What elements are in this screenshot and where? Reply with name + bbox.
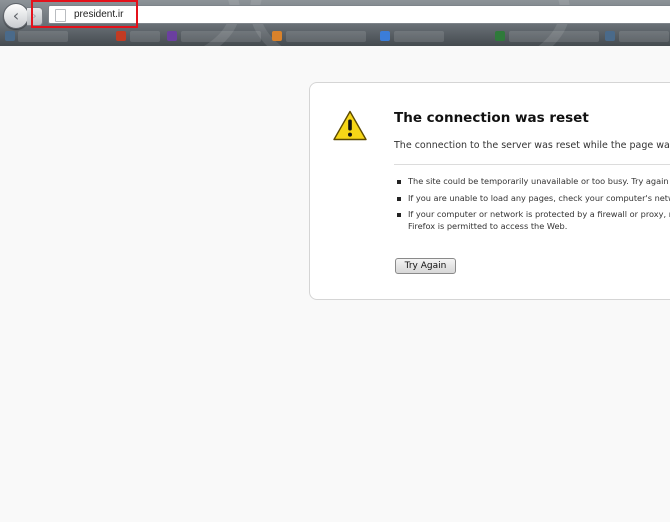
bookmark-icon (380, 31, 390, 41)
bookmark-icon (272, 31, 282, 41)
warning-triangle-icon (333, 110, 367, 141)
list-item: If you are unable to load any pages, che… (394, 193, 670, 205)
bookmark-item[interactable] (181, 31, 261, 42)
bookmark-item[interactable] (509, 31, 599, 42)
bookmark-item[interactable] (619, 31, 669, 42)
suggestion-text: If your computer or network is protected… (408, 209, 670, 219)
back-button[interactable]: ‹ (3, 3, 29, 29)
bookmark-icon (5, 31, 15, 41)
error-container: The connection was reset The connection … (309, 82, 670, 300)
bookmark-icon (116, 31, 126, 41)
bullet-icon (397, 180, 401, 184)
bookmarks-toolbar (0, 27, 670, 46)
suggestion-text: The site could be temporarily unavailabl… (408, 176, 670, 186)
suggestion-list: The site could be temporarily unavailabl… (394, 176, 670, 237)
address-bar[interactable]: president.ir (48, 5, 670, 24)
bullet-icon (397, 213, 401, 217)
list-item: The site could be temporarily unavailabl… (394, 176, 670, 188)
bookmark-item[interactable] (286, 31, 366, 42)
list-item: If your computer or network is protected… (394, 209, 670, 232)
annotation-highlight-box (31, 0, 138, 28)
try-again-button[interactable]: Try Again (395, 258, 456, 274)
suggestion-text: If you are unable to load any pages, che… (408, 192, 670, 203)
error-title: The connection was reset (394, 110, 589, 126)
bookmark-item[interactable] (394, 31, 444, 42)
suggestion-text: Firefox is permitted to access the Web. (408, 220, 568, 231)
bookmark-icon (605, 31, 615, 41)
error-description: The connection to the server was reset w… (394, 140, 670, 151)
bookmark-item[interactable] (130, 31, 160, 42)
bookmark-icon (167, 31, 177, 41)
bullet-icon (397, 196, 401, 201)
bookmark-icon (495, 31, 505, 41)
divider (394, 164, 670, 165)
bookmark-item[interactable] (18, 31, 68, 42)
back-arrow-icon: ‹ (12, 6, 20, 25)
browser-toolbar: ‹ › president.ir (0, 0, 670, 46)
